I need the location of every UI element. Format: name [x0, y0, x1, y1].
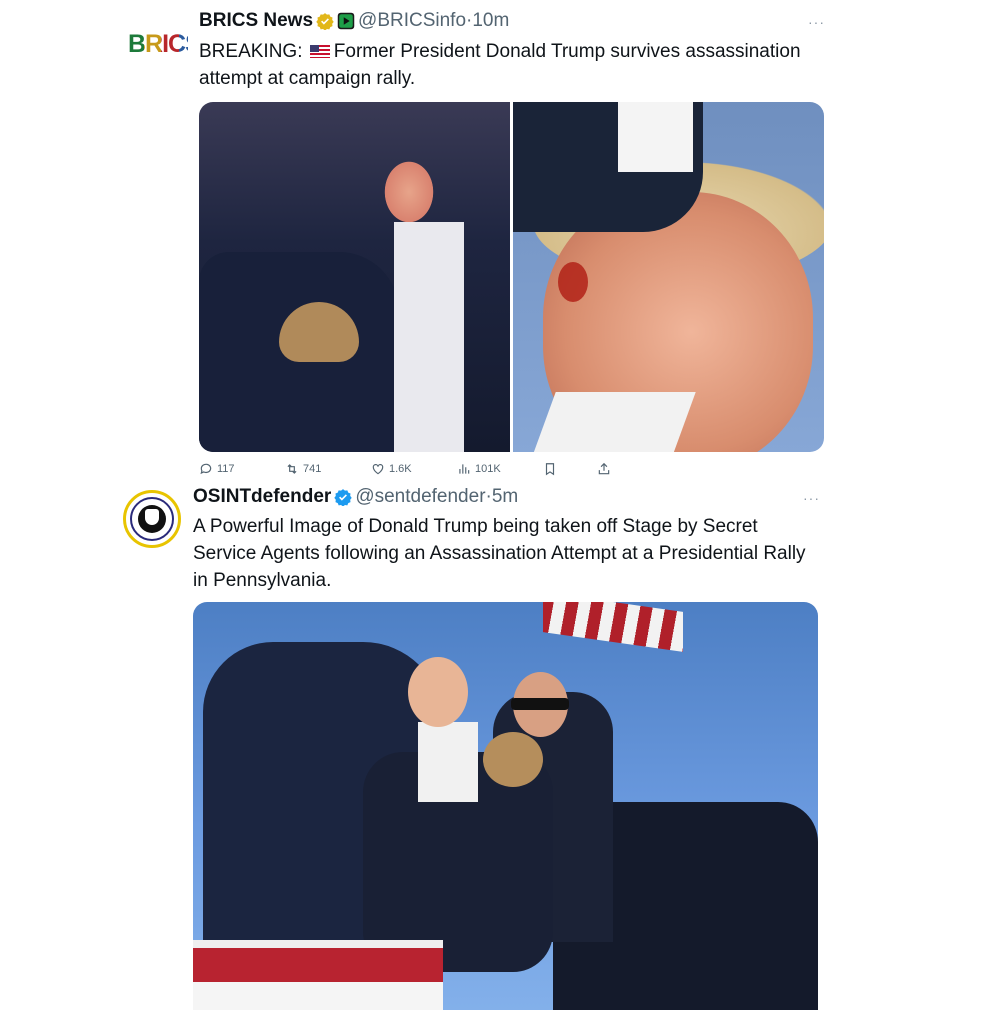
tweet-header: BRICS News @BRICSinfo · 10m: [199, 10, 509, 32]
share-icon: [598, 462, 610, 475]
osintdefender-avatar[interactable]: [123, 490, 181, 548]
tweet-photo-left[interactable]: [199, 102, 510, 452]
bookmark-icon: [545, 463, 555, 476]
reply-icon: [200, 463, 212, 475]
author-handle[interactable]: @BRICSinfo: [358, 10, 466, 32]
like-button[interactable]: 1.6K: [371, 462, 412, 476]
affiliate-badge-icon: [337, 12, 355, 30]
tweet-brics-news[interactable]: BRICS BRICS News @BRICSinfo · 10m ··· BR…: [0, 0, 998, 486]
gold-verified-icon: [316, 13, 334, 30]
brics-avatar[interactable]: BRICS: [124, 20, 188, 68]
tweet-timestamp[interactable]: 5m: [492, 486, 518, 508]
views-count: 101K: [475, 463, 501, 475]
blue-verified-icon: [334, 489, 353, 506]
bookmark-button[interactable]: [543, 462, 557, 476]
tweet-text: A Powerful Image of Donald Trump being t…: [193, 516, 806, 591]
author-handle[interactable]: @sentdefender: [355, 486, 485, 508]
tweet-photo-right[interactable]: [513, 102, 824, 452]
us-flag-icon: [309, 45, 330, 58]
tweet-actions-bar: 117 741 1.6K 101K: [199, 462, 619, 482]
author-name[interactable]: BRICS News: [199, 10, 313, 32]
tweet-photo[interactable]: [193, 602, 818, 1010]
reply-button[interactable]: 117: [199, 462, 235, 476]
like-count: 1.6K: [389, 463, 412, 475]
breaking-label: BREAKING:: [199, 41, 303, 62]
retweet-count: 741: [303, 463, 322, 475]
retweet-button[interactable]: 741: [285, 462, 321, 476]
more-options-icon[interactable]: ···: [803, 490, 820, 506]
views-button[interactable]: 101K: [457, 462, 501, 476]
author-name[interactable]: OSINTdefender: [193, 486, 331, 508]
retweet-icon: [287, 464, 297, 474]
brics-logo-text: BRICS: [128, 30, 188, 59]
tweet-timestamp[interactable]: 10m: [472, 10, 509, 32]
reply-count: 117: [217, 463, 235, 475]
more-options-icon[interactable]: ···: [808, 14, 825, 30]
views-chart-icon: [459, 464, 470, 474]
share-button[interactable]: [597, 462, 611, 476]
tweet-header: OSINTdefender @sentdefender · 5m: [193, 486, 518, 508]
heart-icon: [372, 464, 384, 475]
tweet-text: BREAKING: Former President Donald Trump …: [199, 38, 819, 92]
